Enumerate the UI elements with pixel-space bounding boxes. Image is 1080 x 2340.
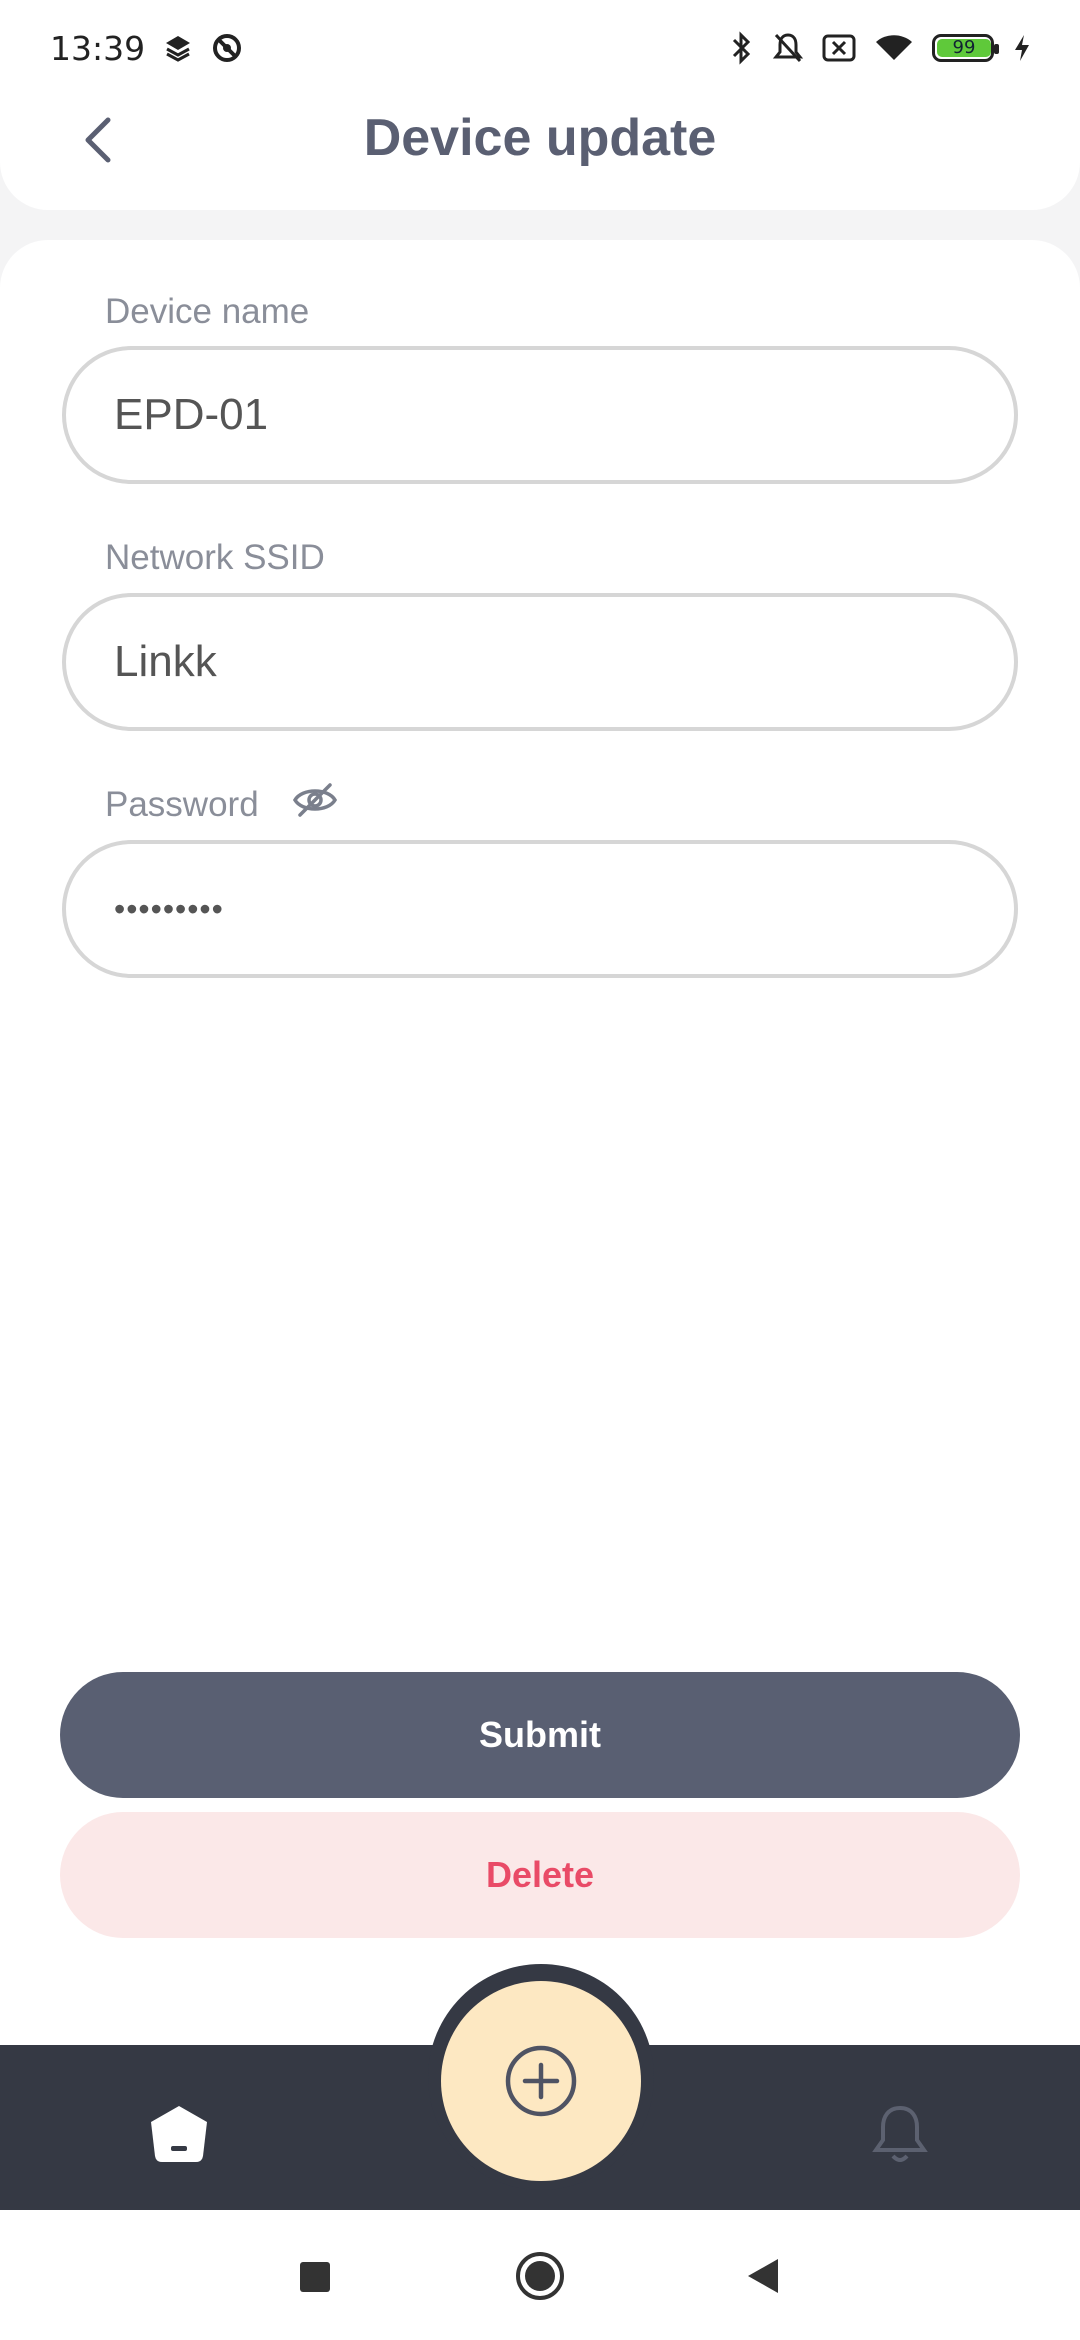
- nav-notifications-button[interactable]: [868, 2100, 932, 2172]
- page-title: Device update: [363, 109, 717, 167]
- nav-home-button[interactable]: [145, 2100, 213, 2172]
- system-home-button[interactable]: [514, 2250, 566, 2306]
- triangle-back-icon: [748, 2259, 778, 2293]
- system-back-button[interactable]: [744, 2256, 780, 2300]
- password-label: Password: [105, 785, 259, 824]
- network-ssid-value: Linkk: [114, 637, 217, 686]
- layers-icon: [163, 33, 193, 63]
- bell-icon: [872, 2105, 928, 2162]
- password-field[interactable]: •••••••••: [62, 840, 1018, 978]
- charging-icon: [1012, 33, 1032, 63]
- status-time: 13:39: [50, 28, 146, 68]
- plus-circle-icon: [505, 2045, 577, 2117]
- wifi-icon: [874, 32, 914, 64]
- home-icon: [151, 2106, 207, 2162]
- password-value: •••••••••: [114, 890, 224, 927]
- bluetooth-icon: [730, 31, 754, 65]
- submit-button[interactable]: Submit: [60, 1672, 1020, 1798]
- bell-off-icon: [772, 31, 804, 65]
- sim-x-icon: [822, 33, 856, 63]
- device-name-field[interactable]: EPD-01: [62, 346, 1018, 484]
- eye-off-icon[interactable]: [292, 780, 338, 824]
- delete-button[interactable]: Delete: [60, 1812, 1020, 1938]
- add-button[interactable]: [441, 1981, 641, 2181]
- recent-apps-button[interactable]: [300, 2262, 330, 2292]
- circle-icon: [516, 2252, 564, 2300]
- block-icon: [211, 32, 243, 64]
- network-ssid-field[interactable]: Linkk: [62, 593, 1018, 731]
- device-name-label: Device name: [105, 292, 310, 331]
- status-bar: 13:39 99: [0, 0, 1080, 96]
- battery-level: 99: [937, 39, 991, 57]
- battery-icon: 99: [932, 34, 999, 62]
- network-ssid-label: Network SSID: [105, 538, 325, 577]
- device-name-value: EPD-01: [114, 390, 269, 439]
